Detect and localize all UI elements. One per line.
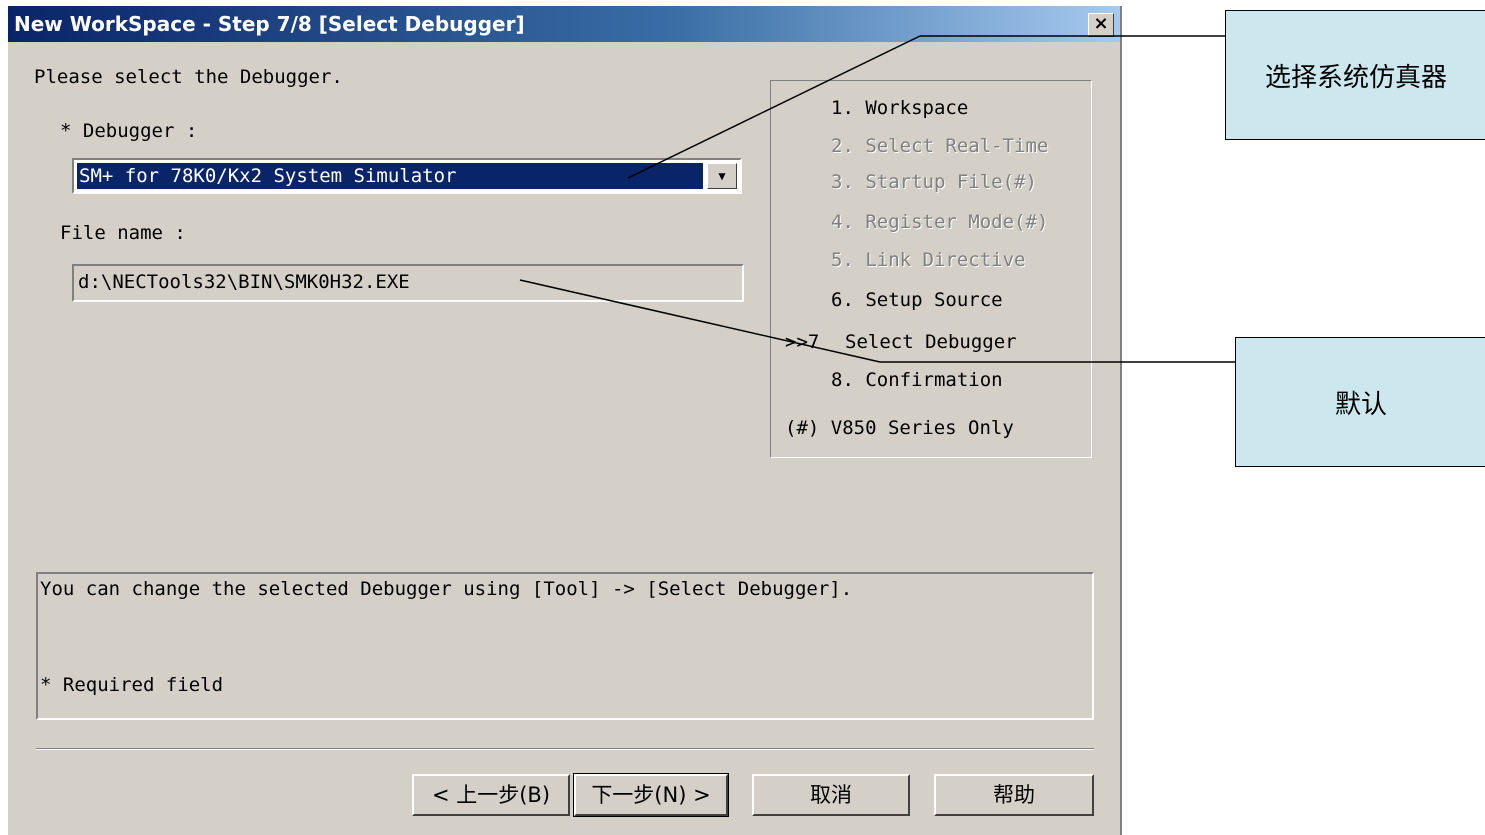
callout-select-simulator: 选择系统仿真器 xyxy=(1225,10,1485,140)
callout-pointer-default xyxy=(519,279,881,363)
callout-default: 默认 xyxy=(1235,337,1485,467)
callout-pointer-select xyxy=(627,35,921,179)
